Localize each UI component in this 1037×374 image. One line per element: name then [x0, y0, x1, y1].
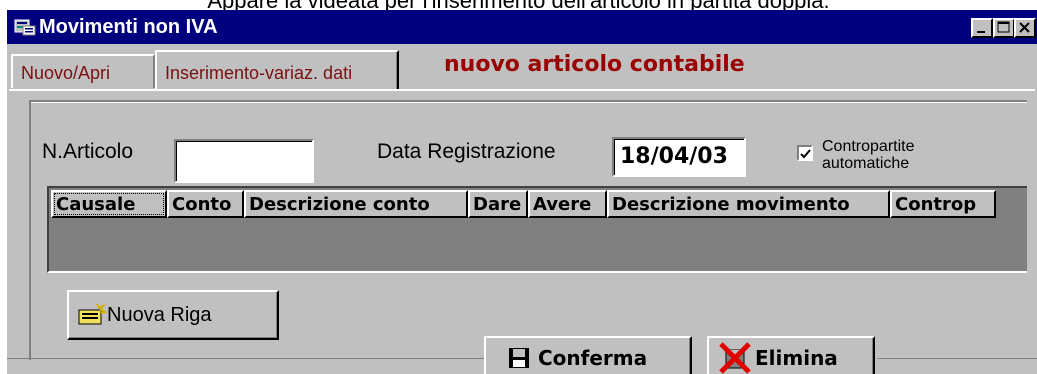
bottom-divider-left [7, 358, 484, 359]
contropartite-checkbox[interactable] [797, 145, 813, 161]
minimize-button[interactable] [971, 18, 993, 38]
contropartite-label-line1: Contropartite [822, 138, 915, 155]
app-icon [14, 19, 36, 36]
check-icon [800, 149, 811, 159]
column-header-conto[interactable]: Conto [167, 190, 244, 218]
maximize-icon [997, 21, 1010, 33]
articolo-field[interactable] [174, 139, 314, 183]
movimenti-grid[interactable]: Causale Conto Descrizione conto Dare Ave… [47, 186, 1027, 273]
minimize-icon [977, 31, 985, 33]
page-heading: nuovo articolo contabile [444, 52, 745, 77]
bottom-divider-right [877, 358, 1037, 359]
column-header-descrizione-conto[interactable]: Descrizione conto [244, 190, 468, 218]
save-icon [509, 348, 529, 368]
nuova-riga-button[interactable]: Nuova Riga [67, 290, 279, 340]
data-registrazione-value: 18/04/03 [620, 144, 728, 169]
column-header-dare[interactable]: Dare [468, 190, 528, 218]
column-header-avere[interactable]: Avere [528, 190, 607, 218]
column-header-descrizione-movimento[interactable]: Descrizione movimento [607, 190, 890, 218]
delete-icon [719, 342, 751, 374]
title-bar[interactable]: Movimenti non IVA [7, 10, 1037, 44]
close-icon [1019, 22, 1030, 33]
conferma-label: Conferma [538, 346, 648, 370]
data-registrazione-label: Data Registrazione [377, 140, 556, 163]
nuova-riga-label: Nuova Riga [107, 303, 212, 326]
grid-header: Causale Conto Descrizione conto Dare Ave… [51, 190, 996, 218]
data-registrazione-field[interactable]: 18/04/03 [612, 137, 746, 177]
tab-nuovo-apri[interactable]: Nuovo/Apri [11, 54, 155, 88]
window-title: Movimenti non IVA [39, 16, 218, 38]
movimenti-window: Movimenti non IVA Nuovo/Apri Inserimento… [7, 10, 1037, 374]
contropartite-label[interactable]: Contropartite automatiche [822, 138, 915, 172]
column-header-causale[interactable]: Causale [51, 190, 167, 218]
column-header-controp[interactable]: Controp [890, 190, 996, 218]
maximize-button[interactable] [993, 18, 1015, 38]
tab-panel-border [9, 89, 1035, 91]
close-button[interactable] [1014, 18, 1036, 38]
elimina-label: Elimina [755, 346, 838, 370]
tab-inserimento[interactable]: Inserimento-variaz. dati [155, 50, 399, 90]
articolo-label: N.Articolo [42, 140, 134, 163]
new-row-icon [78, 303, 107, 325]
conferma-button[interactable]: Conferma [484, 336, 692, 374]
contropartite-label-line2: automatiche [822, 155, 910, 172]
elimina-button[interactable]: Elimina [707, 336, 875, 374]
